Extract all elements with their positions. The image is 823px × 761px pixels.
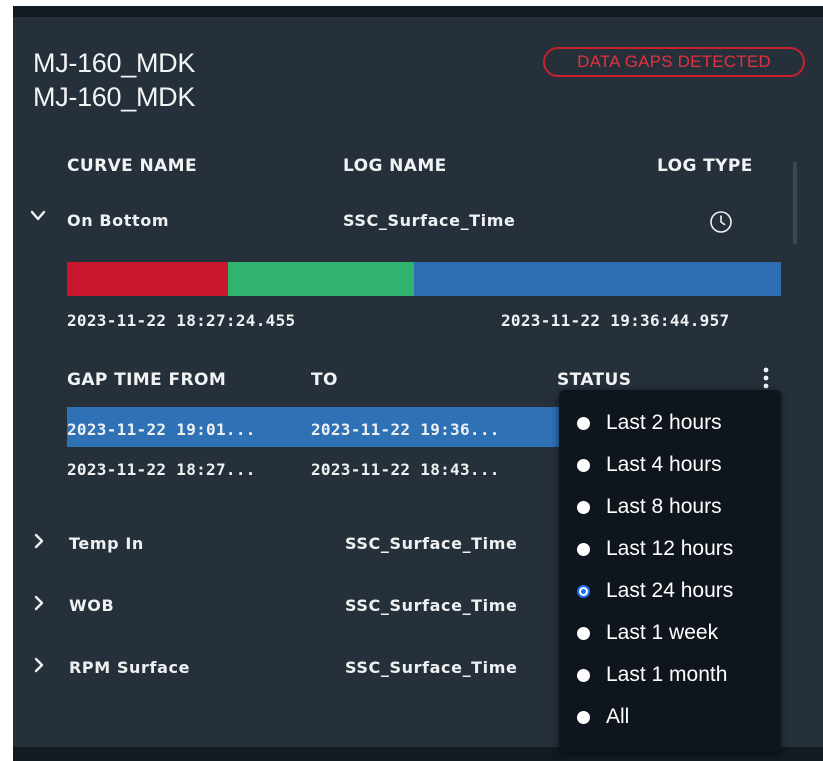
timeline-segment [413, 262, 781, 296]
radio-button[interactable] [577, 626, 590, 640]
radio-button[interactable] [577, 542, 590, 556]
time-range-option-all[interactable]: All [577, 696, 629, 738]
radio-button-selected[interactable] [577, 584, 590, 598]
clock-icon [710, 211, 732, 233]
option-label: Last 12 hours [606, 537, 734, 560]
gap-row-1-to[interactable]: 2023-11-22 19:36... [311, 420, 500, 439]
curve-row-wob[interactable]: WOB SSC_Surface_Time [27, 592, 567, 628]
gap-row-2-to[interactable]: 2023-11-22 18:43... [311, 460, 500, 479]
radio-button[interactable] [577, 710, 590, 724]
option-label: Last 1 week [606, 621, 719, 644]
gap-header-to: TO [311, 370, 338, 390]
kebab-menu-icon[interactable] [762, 366, 770, 390]
curve-name: Temp In [69, 534, 144, 553]
time-range-option-24h[interactable]: Last 24 hours [577, 570, 733, 612]
option-label: Last 2 hours [606, 411, 722, 434]
option-label: Last 1 month [606, 663, 728, 686]
time-range-option-1m[interactable]: Last 1 month [577, 654, 727, 696]
option-label: Last 8 hours [606, 495, 722, 518]
scrollbar[interactable] [793, 162, 797, 244]
column-header-log-type: LOG TYPE [657, 156, 753, 176]
column-header-curve-name: CURVE NAME [67, 156, 197, 176]
curve-row-temp-in[interactable]: Temp In SSC_Surface_Time [27, 530, 567, 566]
gap-row-1-from[interactable]: 2023-11-22 19:01... [67, 420, 256, 439]
curve-name: RPM Surface [69, 658, 191, 677]
radio-button[interactable] [577, 458, 590, 472]
curve-name: On Bottom [67, 211, 170, 230]
timeline-segment [228, 262, 414, 296]
gap-header-status: STATUS [557, 370, 632, 390]
curve-row-rpm-surface[interactable]: RPM Surface SSC_Surface_Time [27, 654, 567, 690]
option-label: Last 24 hours [606, 579, 734, 602]
radio-button[interactable] [577, 500, 590, 514]
well-title: MJ-160_MDK [33, 48, 196, 78]
timeline-start: 2023-11-22 18:27:24.455 [67, 311, 296, 330]
chevron-right-icon[interactable] [33, 657, 45, 673]
timeline-segment [67, 262, 229, 296]
gap-row-2-from[interactable]: 2023-11-22 18:27... [67, 460, 256, 479]
log-name: SSC_Surface_Time [345, 658, 518, 677]
time-range-option-12h[interactable]: Last 12 hours [577, 528, 733, 570]
radio-button[interactable] [577, 416, 590, 430]
chevron-right-icon[interactable] [33, 533, 45, 549]
curve-name: WOB [69, 596, 115, 615]
timeline-end: 2023-11-22 19:36:44.957 [501, 311, 730, 330]
chevron-down-icon[interactable] [30, 210, 46, 222]
chevron-right-icon[interactable] [33, 595, 45, 611]
time-range-option-2h[interactable]: Last 2 hours [577, 402, 722, 444]
time-range-option-1w[interactable]: Last 1 week [577, 612, 718, 654]
data-gaps-badge: DATA GAPS DETECTED [543, 47, 805, 77]
time-range-option-4h[interactable]: Last 4 hours [577, 444, 722, 486]
option-label: All [606, 705, 630, 728]
well-subtitle: MJ-160_MDK [33, 82, 196, 112]
timeline-bar [67, 262, 781, 296]
log-name: SSC_Surface_Time [345, 534, 518, 553]
log-name: SSC_Surface_Time [343, 211, 516, 230]
log-name: SSC_Surface_Time [345, 596, 518, 615]
column-header-log-name: LOG NAME [343, 156, 447, 176]
time-range-menu: Last 2 hours Last 4 hours Last 8 hours L… [559, 390, 781, 752]
top-bar [13, 6, 823, 17]
gap-header-from: GAP TIME FROM [67, 370, 227, 390]
option-label: Last 4 hours [606, 453, 722, 476]
curve-row-on-bottom[interactable]: On Bottom SSC_Surface_Time [27, 204, 787, 240]
radio-button[interactable] [577, 668, 590, 682]
time-range-option-8h[interactable]: Last 8 hours [577, 486, 722, 528]
